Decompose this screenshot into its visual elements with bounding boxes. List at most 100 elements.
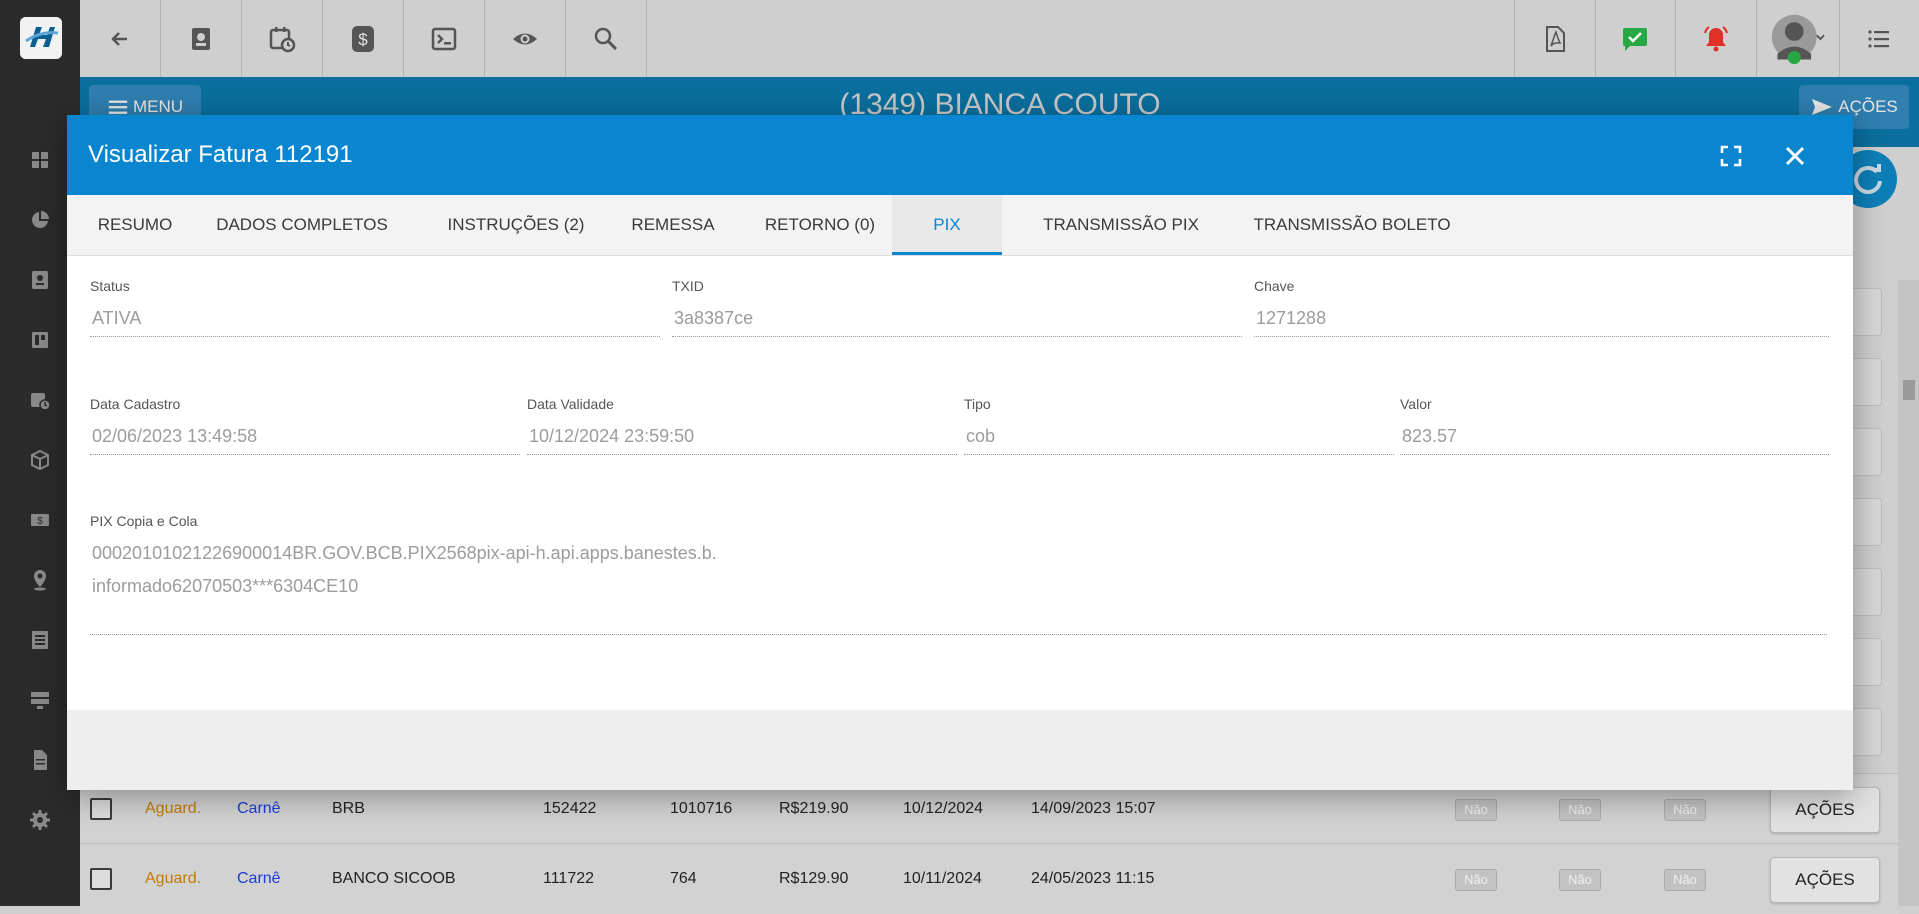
- modal-title: Visualizar Fatura 112191: [88, 141, 353, 168]
- main-menu-button[interactable]: [1839, 0, 1919, 77]
- row-num2: 764: [670, 870, 697, 887]
- chave-underline: [1254, 336, 1829, 337]
- contact-card-icon[interactable]: [28, 268, 52, 292]
- row-banco: BANCO SICOOB: [332, 870, 456, 887]
- tab-pix[interactable]: PIX: [892, 195, 1002, 255]
- data-validade-value: 10/12/2024 23:59:50: [529, 426, 695, 446]
- calendar-clock-icon: [269, 26, 296, 52]
- settings-icon[interactable]: [28, 808, 52, 832]
- list-icon[interactable]: [28, 628, 52, 652]
- tab-transmissao-boleto[interactable]: TRANSMISSÃO BOLETO: [1232, 195, 1472, 255]
- menu-list-icon: [1868, 29, 1889, 48]
- row-valor: R$129.90: [779, 870, 849, 887]
- map-pin-icon[interactable]: [28, 568, 52, 592]
- row-tipo-link[interactable]: Carnê: [237, 844, 281, 914]
- pie-chart-icon[interactable]: [28, 208, 52, 232]
- pdf-button[interactable]: [1514, 0, 1596, 77]
- row-checkbox[interactable]: [90, 868, 112, 890]
- alarm-bell-icon: [1704, 25, 1728, 51]
- pix-copia-cola-line1: 00020101021226900014BR.GOV.BCB.PIX2568pi…: [92, 543, 717, 563]
- tab-retorno[interactable]: RETORNO (0): [747, 195, 893, 255]
- terminal-button[interactable]: [404, 0, 485, 77]
- row-vencimento: 10/11/2024: [903, 870, 982, 887]
- data-cadastro-label: Data Cadastro: [90, 396, 181, 412]
- calendar-clock-icon[interactable]: [28, 388, 52, 412]
- avatar: [1771, 14, 1825, 64]
- pix-copia-cola-line2: informado62070503***6304CE10: [92, 576, 359, 596]
- row-actions-button[interactable]: AÇÕES: [1770, 787, 1880, 833]
- row-flag: Não: [1664, 799, 1706, 821]
- tab-instrucoes[interactable]: INSTRUÇÕES (2): [426, 195, 606, 255]
- data-validade-label: Data Validade: [527, 396, 614, 412]
- txid-value: 3a8387ce: [674, 308, 754, 328]
- search-icon: [594, 27, 618, 50]
- data-validade-underline: [527, 454, 957, 455]
- back-button[interactable]: [80, 0, 161, 77]
- contact-card-icon: [192, 27, 210, 50]
- tipo-value: cob: [966, 426, 996, 446]
- chave-label: Chave: [1254, 278, 1295, 294]
- close-button[interactable]: [1780, 141, 1810, 171]
- fullscreen-button[interactable]: [1718, 143, 1744, 169]
- row-status: Aguard.: [145, 870, 202, 887]
- close-icon: [1785, 146, 1805, 166]
- svg-text:$: $: [358, 30, 368, 49]
- scrollbar-thumb[interactable]: [1903, 380, 1915, 400]
- menu-label: MENU: [133, 97, 184, 116]
- tipo-label: Tipo: [964, 396, 991, 412]
- money-icon[interactable]: $: [28, 508, 52, 532]
- search-button[interactable]: [566, 0, 647, 77]
- page-actions-label: AÇÕES: [1838, 97, 1898, 116]
- server-icon[interactable]: [28, 688, 52, 712]
- tab-transmissao-pix[interactable]: TRANSMISSÃO PIX: [1017, 195, 1225, 255]
- txid-label: TXID: [672, 278, 704, 294]
- app-logo[interactable]: [20, 17, 62, 59]
- alerts-button[interactable]: [1676, 0, 1757, 77]
- financial-button[interactable]: $: [323, 0, 404, 77]
- eye-icon: [513, 33, 537, 44]
- table-row[interactable]: Aguard. Carnê BANCO SICOOB 111722 764 R$…: [80, 843, 1898, 914]
- contacts-button[interactable]: [161, 0, 242, 77]
- status-underline: [90, 336, 660, 337]
- tab-resumo[interactable]: RESUMO: [80, 195, 190, 255]
- user-menu[interactable]: [1757, 0, 1840, 77]
- status-label: Status: [90, 278, 130, 294]
- schedule-button[interactable]: [242, 0, 323, 77]
- top-toolbar: $: [80, 0, 1919, 78]
- modal-footer: [67, 710, 1853, 790]
- dollar-icon: $: [352, 25, 374, 52]
- document-icon[interactable]: [28, 748, 52, 772]
- page-scrollbar[interactable]: [1898, 280, 1919, 906]
- board-icon[interactable]: [28, 328, 52, 352]
- modal-header: Visualizar Fatura 112191: [67, 115, 1853, 195]
- row-actions-button[interactable]: AÇÕES: [1770, 857, 1880, 903]
- pix-copia-cola-label: PIX Copia e Cola: [90, 513, 198, 529]
- row-num1: 111722: [543, 870, 595, 887]
- data-cadastro-value: 02/06/2023 13:49:58: [92, 426, 258, 446]
- data-cadastro-underline: [90, 454, 520, 455]
- terminal-icon: [431, 27, 457, 50]
- box-icon[interactable]: [28, 448, 52, 472]
- valor-value: 823.57: [1402, 426, 1458, 446]
- back-arrow-icon: [111, 31, 127, 46]
- status-value: ATIVA: [92, 308, 142, 328]
- tab-dados-completos[interactable]: DADOS COMPLETOS: [202, 195, 402, 255]
- row-flag: Não: [1455, 869, 1497, 891]
- tipo-underline: [964, 454, 1394, 455]
- messages-button[interactable]: [1595, 0, 1676, 77]
- txid-underline: [672, 336, 1242, 337]
- row-flag: Não: [1664, 869, 1706, 891]
- valor-underline: [1400, 454, 1829, 455]
- fullscreen-icon: [1720, 145, 1742, 167]
- row-checkbox[interactable]: [90, 798, 112, 820]
- svg-text:$: $: [37, 516, 43, 527]
- pdf-icon: [1546, 25, 1565, 52]
- tab-remessa[interactable]: REMESSA: [615, 195, 731, 255]
- row-flag: Não: [1559, 869, 1601, 891]
- view-button[interactable]: [485, 0, 566, 77]
- modal-tabs: RESUMO DADOS COMPLETOS INSTRUÇÕES (2) RE…: [67, 195, 1853, 256]
- dashboard-icon[interactable]: [28, 148, 52, 172]
- row-flag: Não: [1559, 799, 1601, 821]
- valor-label: Valor: [1400, 396, 1432, 412]
- row-flag: Não: [1455, 799, 1497, 821]
